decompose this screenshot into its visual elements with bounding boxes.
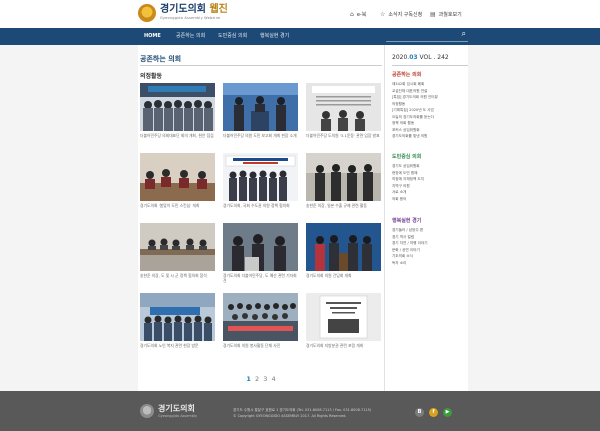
- ebook-link[interactable]: ⌂ e-북: [350, 11, 366, 18]
- sidebar-section-title[interactable]: 행복실현 경기: [392, 217, 468, 224]
- sidebar-section-title[interactable]: 도민중심 의회: [392, 153, 468, 160]
- article-thumbnail[interactable]: [223, 293, 298, 341]
- article-caption[interactable]: 경기도의회 지방분권 관련 포럼 개최: [306, 343, 381, 348]
- article-caption[interactable]: 더불어민주당 의회대표단 회의 개최, 현안 점검: [140, 133, 215, 138]
- article-card[interactable]: 경기도의회 더불어민주당, 도 예산 관련 기자회견: [223, 223, 298, 283]
- footer-logo: 경기도의회 Gyeonggido Assembly: [140, 404, 197, 418]
- issue-info: 2020.03 VOL . 242: [392, 54, 449, 61]
- nav-citizen-assembly[interactable]: 도민중심 의회: [218, 28, 247, 45]
- article-thumbnail[interactable]: [223, 223, 298, 271]
- category-title: 의정활동: [140, 73, 163, 80]
- nav-happiness-gyeonggi[interactable]: 행복실현 경기: [260, 28, 289, 45]
- page-link-4[interactable]: 4: [271, 375, 275, 383]
- assembly-emblem-icon: [140, 404, 154, 418]
- article-thumbnail[interactable]: [223, 83, 298, 131]
- article-card[interactable]: 경기도의회 의원 간담회 개최: [306, 223, 381, 278]
- sidebar-item[interactable]: 독자 소리: [392, 260, 468, 267]
- article-caption[interactable]: 더불어민주당 도의원 '3.1운동' 관련 입장 발표: [306, 133, 381, 138]
- newsletter-subscribe-link[interactable]: ☆ 소식지 구독신청: [380, 11, 422, 18]
- nav-coexist-assembly[interactable]: 공존하는 의회: [176, 28, 205, 45]
- article-caption[interactable]: 경기도의회 '봄맞이 도민 스킨십' 개최: [140, 203, 215, 208]
- article-caption[interactable]: 경기도의회 노인 복지 관련 현장 방문: [140, 343, 215, 348]
- article-card[interactable]: 경기도의회 노인 복지 관련 현장 방문: [140, 293, 215, 348]
- article-card[interactable]: 경기도의회, 국회 수도권 의원 정책 협의회: [223, 153, 298, 208]
- search-input[interactable]: ⌕: [386, 29, 468, 42]
- assembly-emblem-icon: [138, 4, 156, 22]
- page-link-3[interactable]: 3: [263, 375, 267, 383]
- article-caption[interactable]: 경기도의회 더불어민주당, 도 예산 관련 기자회견: [223, 273, 298, 283]
- article-thumbnail[interactable]: [223, 153, 298, 201]
- page-link-2[interactable]: 2: [255, 375, 259, 383]
- article-thumbnail[interactable]: [306, 223, 381, 271]
- star-icon: ☆: [380, 11, 386, 18]
- article-caption[interactable]: 송한준 의장, 도 및 시 군 정책 협의회 참석: [140, 273, 215, 278]
- article-card[interactable]: 더불어민주당 의회대표단 회의 개최, 현안 점검: [140, 83, 215, 138]
- page-title: 공존하는 의회: [140, 55, 182, 63]
- article-caption[interactable]: 경기도의회, 국회 수도권 의원 정책 협의회: [223, 203, 298, 208]
- site-header: 경기도의회 웹진 Gyeonggido Assembly Webzine ⌂ e…: [0, 0, 600, 28]
- article-thumbnail[interactable]: [140, 223, 215, 271]
- logo-title: 경기도의회 웹진: [160, 4, 228, 16]
- article-thumbnail[interactable]: [306, 83, 381, 131]
- article-card[interactable]: 경기도의회 지방분권 관련 포럼 개최: [306, 293, 381, 348]
- article-thumbnail[interactable]: [140, 153, 215, 201]
- sidebar-item[interactable]: 의회 용어: [392, 196, 468, 203]
- main-content: 공존하는 의회 의정활동 더불어민주당 의회대표단 회의 개최, 현안 점검 더…: [138, 45, 384, 391]
- divider: [140, 65, 382, 66]
- article-thumbnail[interactable]: [306, 153, 381, 201]
- site-logo[interactable]: 경기도의회 웹진 Gyeonggido Assembly Webzine: [138, 4, 228, 22]
- footer-address-block: 경기도 수원시 팔달구 효원로 1 경기도의회 (Tel. 031.8008.7…: [233, 407, 371, 419]
- sidebar-section-coexist: 공존하는 의회 제342회 임시회 폐회 교섭단체 대표의원 연설 [특집] 경…: [392, 71, 468, 140]
- youtube-icon[interactable]: ▶: [443, 408, 452, 417]
- main-nav: HOME 공존하는 의회 도민중심 의회 행복실현 경기 ⌕: [0, 28, 600, 45]
- article-thumbnail[interactable]: [306, 293, 381, 341]
- article-thumbnail[interactable]: [140, 293, 215, 341]
- article-card[interactable]: 경기도의회 '봄맞이 도민 스킨십' 개최: [140, 153, 215, 208]
- sidebar-item[interactable]: 경기도의회를 빛낸 의원: [392, 133, 468, 140]
- sidebar-section-happiness: 행복실현 경기 경기둘러 / 남양주 편 경기 역사 칼럼 경기 자연 / 여행…: [392, 217, 468, 266]
- article-caption[interactable]: 더불어민주당 의원 도민 보고회 개최 현장 소개: [223, 133, 298, 138]
- facebook-icon[interactable]: f: [429, 408, 438, 417]
- article-thumbnail[interactable]: [140, 83, 215, 131]
- article-card[interactable]: 더불어민주당 도의원 '3.1운동' 관련 입장 발표: [306, 83, 381, 138]
- article-caption[interactable]: 경기도의회 의원 봉사활동 단체 사진: [223, 343, 298, 348]
- site-footer: 경기도의회 Gyeonggido Assembly 경기도 수원시 팔달구 효원…: [0, 391, 600, 431]
- footer-copyright: © Copyright GYEONGGIDO ASSEMBLY 2017. Al…: [233, 414, 347, 418]
- search-icon[interactable]: ⌕: [462, 29, 466, 39]
- article-card[interactable]: 송한준 의장, 도 및 시 군 정책 협의회 참석: [140, 223, 215, 278]
- past-issues-link[interactable]: ▤ 과월호보기: [430, 11, 462, 18]
- page-link-1[interactable]: 1: [246, 375, 251, 383]
- article-card[interactable]: 더불어민주당 의원 도민 보고회 개최 현장 소개: [223, 83, 298, 138]
- footer-subtitle: Gyeonggido Assembly: [158, 413, 198, 418]
- logo-subtitle: Gyeonggido Assembly Webzine: [160, 16, 221, 21]
- book-icon: ▤: [430, 11, 436, 18]
- article-caption[interactable]: 송한준 의장, 일본 수출 규제 관련 활동: [306, 203, 381, 208]
- nav-home[interactable]: HOME: [144, 28, 161, 45]
- article-card[interactable]: 경기도의회 의원 봉사활동 단체 사진: [223, 293, 298, 348]
- footer-name: 경기도의회: [158, 403, 195, 413]
- article-caption[interactable]: 경기도의회 의원 간담회 개최: [306, 273, 381, 278]
- article-card[interactable]: 송한준 의장, 일본 수출 규제 관련 활동: [306, 153, 381, 208]
- pagination: 1 2 3 4: [138, 375, 384, 383]
- sidebar-section-title[interactable]: 공존하는 의회: [392, 71, 468, 78]
- divider: [392, 65, 468, 66]
- blog-icon[interactable]: B: [415, 408, 424, 417]
- sidebar-section-citizen: 도민중심 의회 경기도 상임위원회 현장에 도민 함께 의정에 자체정책 도지 …: [392, 153, 468, 202]
- sidebar: 2020.03 VOL . 242 공존하는 의회 제342회 임시회 폐회 교…: [384, 45, 468, 391]
- home-icon: ⌂: [350, 11, 354, 18]
